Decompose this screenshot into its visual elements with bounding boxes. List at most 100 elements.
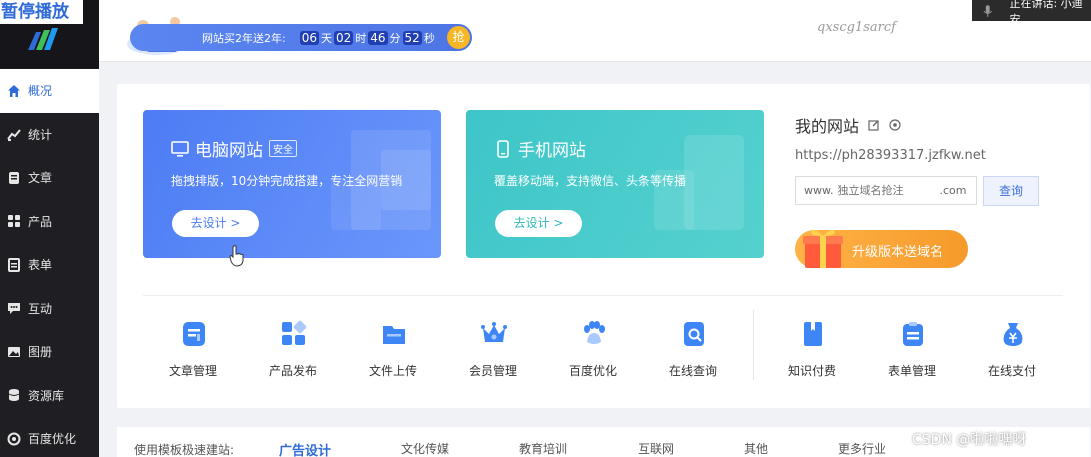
- tool-form-manage[interactable]: 表单管理: [872, 320, 952, 386]
- gift-icon: [803, 229, 843, 268]
- sidebar-item-label: 图册: [28, 345, 53, 360]
- tool-label: 知识付费: [787, 364, 836, 378]
- sidebar-item-label: 文章: [28, 171, 53, 186]
- file-upload-icon: [383, 326, 405, 344]
- template-tab-more[interactable]: 更多行业: [838, 440, 886, 457]
- sidebar-item-resources[interactable]: 资源库: [0, 374, 99, 418]
- seconds-unit: 秒: [423, 31, 435, 45]
- upgrade-label: 升级版本送域名: [852, 245, 944, 260]
- domain-input[interactable]: [837, 184, 934, 197]
- tool-label: 会员管理: [468, 364, 517, 378]
- countdown-seconds: 52: [402, 30, 422, 45]
- tool-knowledge-pay[interactable]: 知识付费: [772, 320, 852, 386]
- template-tab-culture-media[interactable]: 文化传媒: [401, 440, 449, 457]
- chart-icon: [7, 129, 21, 142]
- sidebar-nav: 概况 统计 文章 产品 表单 互动 图册 资源库 百度优化: [0, 69, 99, 457]
- mobile-site-banner[interactable]: 手机网站 覆盖移动端，支持微信、头条等传播 去设计 >: [466, 110, 764, 258]
- security-tag: 安全: [269, 140, 297, 157]
- logo-icon: [28, 28, 58, 50]
- sidebar-item-label: 百度优化: [28, 432, 77, 447]
- database-icon: [8, 389, 20, 402]
- template-tab-other[interactable]: 其他: [744, 440, 768, 457]
- hand-cursor-icon: [229, 245, 244, 267]
- sidebar-item-label: 资源库: [28, 388, 65, 403]
- sidebar-item-label: 产品: [28, 214, 53, 229]
- pause-overlay[interactable]: 暂停播放: [0, 0, 83, 24]
- home-icon: [8, 84, 20, 97]
- article-manage-icon: [183, 322, 205, 346]
- sidebar-item-album[interactable]: 图册: [0, 330, 99, 374]
- article-icon: [9, 171, 19, 184]
- watermark: CSDN @啦啦嘿呀: [912, 432, 1027, 448]
- days-unit: 天: [320, 31, 332, 45]
- upgrade-button[interactable]: 升级版本送域名: [795, 229, 968, 268]
- seo-icon: [7, 432, 21, 446]
- tool-product-publish[interactable]: 产品发布: [253, 320, 333, 386]
- sidebar-item-label: 表单: [28, 258, 53, 273]
- countdown-label: 网站买2年送2年:: [202, 31, 286, 45]
- countdown-days: 06: [299, 30, 319, 45]
- tool-label: 在线查询: [668, 364, 717, 378]
- tool-label: 文件上传: [368, 364, 417, 378]
- sidebar-item-label: 概况: [28, 84, 53, 99]
- form-icon: [8, 257, 20, 272]
- mobile-site-title: 手机网站: [518, 141, 586, 161]
- template-lead-text: 使用模板极速建站:: [134, 443, 235, 457]
- mobile-design-button[interactable]: 去设计 >: [495, 210, 582, 237]
- mobile-site-desc: 覆盖移动端，支持微信、头条等传播: [494, 174, 687, 188]
- minutes-unit: 分: [389, 31, 401, 45]
- speaking-indicator: 正在讲话: 小迪安: [972, 0, 1091, 26]
- chat-icon: [8, 303, 20, 315]
- phone-icon: [497, 139, 509, 158]
- pc-design-button[interactable]: 去设计 >: [172, 210, 259, 237]
- template-tab-ad-design[interactable]: 广告设计: [279, 440, 331, 457]
- tool-member-manage[interactable]: 会员管理: [453, 320, 533, 386]
- microphone-icon: [983, 4, 992, 17]
- grab-button[interactable]: 抢: [447, 26, 470, 49]
- countdown-minutes: 46: [368, 30, 388, 45]
- sidebar-item-overview[interactable]: 概况: [0, 69, 99, 113]
- tool-label: 百度优化: [568, 364, 617, 378]
- tool-label: 在线支付: [987, 364, 1036, 378]
- hours-unit: 时: [355, 31, 367, 45]
- template-tab-internet[interactable]: 互联网: [638, 440, 674, 457]
- sidebar-item-seo[interactable]: 百度优化: [0, 417, 99, 457]
- sidebar: 概况 统计 文章 产品 表单 互动 图册 资源库 百度优化: [0, 0, 99, 457]
- tool-online-query[interactable]: 在线查询: [653, 320, 733, 386]
- countdown-hours: 02: [333, 30, 354, 45]
- sidebar-item-stats[interactable]: 统计: [0, 113, 99, 157]
- pc-site-desc: 拖拽排版，10分钟完成搭建，专注全网营销: [171, 174, 403, 188]
- product-publish-icon: [282, 320, 307, 345]
- sidebar-item-product[interactable]: 产品: [0, 200, 99, 244]
- site-url[interactable]: https://ph28393317.jzfkw.net: [795, 148, 986, 163]
- tool-article-manage[interactable]: 文章管理: [153, 320, 233, 386]
- tool-label: 文章管理: [168, 364, 217, 378]
- monitor-icon: [171, 140, 189, 157]
- section-divider: [143, 295, 1063, 296]
- pc-site-banner[interactable]: 电脑网站 安全 拖拽排版，10分钟完成搭建，专注全网营销 去设计 >: [143, 110, 441, 258]
- search-doc-icon: [684, 322, 704, 346]
- domain-suffix: .com: [939, 184, 967, 197]
- tools-divider: [753, 310, 754, 380]
- domain-search-field[interactable]: www. .com: [795, 176, 977, 205]
- promo-countdown[interactable]: 网站买2年送2年: 06 天 02 时 46 分 52 秒 抢: [130, 24, 472, 51]
- member-icon: [481, 322, 507, 342]
- tool-file-upload[interactable]: 文件上传: [353, 320, 433, 386]
- payment-icon: [1003, 323, 1023, 346]
- tool-online-pay[interactable]: 在线支付: [972, 320, 1052, 386]
- template-tab-education[interactable]: 教育培训: [519, 440, 567, 457]
- album-icon: [8, 346, 20, 357]
- speaking-text: 正在讲话: 小迪安: [1009, 0, 1083, 26]
- sidebar-item-article[interactable]: 文章: [0, 156, 99, 200]
- settings-icon[interactable]: [889, 119, 901, 131]
- sidebar-item-form[interactable]: 表单: [0, 243, 99, 287]
- domain-query-button[interactable]: 查询: [983, 176, 1039, 206]
- tool-label: 产品发布: [268, 364, 317, 378]
- sidebar-item-interaction[interactable]: 互动: [0, 287, 99, 331]
- handwritten-signature: qxscg1sarcf: [817, 20, 896, 35]
- tool-label: 表单管理: [887, 364, 936, 378]
- edit-icon[interactable]: [868, 119, 880, 131]
- domain-prefix: www.: [804, 184, 834, 197]
- tool-baidu-seo[interactable]: 百度优化: [553, 320, 633, 386]
- sidebar-item-label: 互动: [28, 301, 53, 316]
